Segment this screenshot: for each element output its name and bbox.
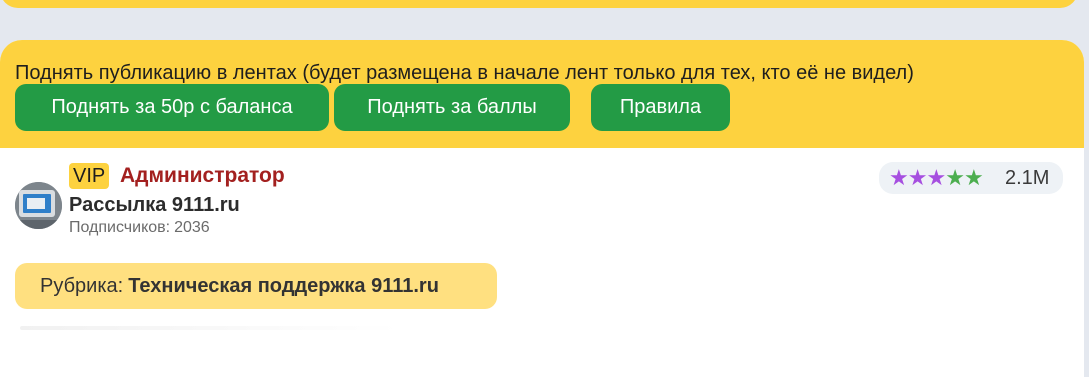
- raise-with-points-button[interactable]: Поднять за баллы: [334, 84, 570, 131]
- rating-value: 2.1M: [1005, 167, 1050, 189]
- vip-badge: VIP: [69, 163, 110, 189]
- previous-card-bottom: [0, 0, 1078, 8]
- rubric-label: Рубрика:: [40, 275, 124, 297]
- rubric-tag[interactable]: Рубрика: Техническая поддержка 9111.ru: [15, 263, 497, 309]
- star-icon: ★: [963, 165, 984, 190]
- promo-banner: Поднять публикацию в лентах (будет разме…: [0, 40, 1084, 148]
- rubric-value: Техническая поддержка 9111.ru: [128, 275, 439, 297]
- subscribers-label: Подписчиков:: [69, 219, 171, 236]
- rating-stars: ★★★★★: [889, 165, 984, 191]
- page-edge: [1084, 150, 1089, 290]
- subscribers-info: Подписчиков: 2036: [69, 219, 210, 237]
- promo-text: Поднять публикацию в лентах (будет разме…: [15, 62, 914, 84]
- rules-button[interactable]: Правила: [591, 84, 730, 131]
- star-icon: ★: [889, 165, 909, 190]
- author-role: Администратор: [120, 164, 285, 187]
- star-icon: ★: [907, 165, 928, 190]
- monitor-icon: [15, 182, 62, 229]
- raise-with-balance-button[interactable]: Поднять за 50р с баланса: [15, 84, 329, 131]
- channel-name-link[interactable]: Рассылка 9111.ru: [69, 194, 240, 217]
- content-placeholder: [20, 326, 400, 330]
- avatar[interactable]: [15, 182, 62, 229]
- rating-badge[interactable]: ★★★★★ 2.1M: [879, 162, 1063, 194]
- star-icon: ★: [926, 165, 946, 190]
- post-card: Поднять публикацию в лентах (будет разме…: [0, 40, 1084, 377]
- star-icon: ★: [945, 165, 965, 190]
- subscribers-count: 2036: [174, 219, 210, 236]
